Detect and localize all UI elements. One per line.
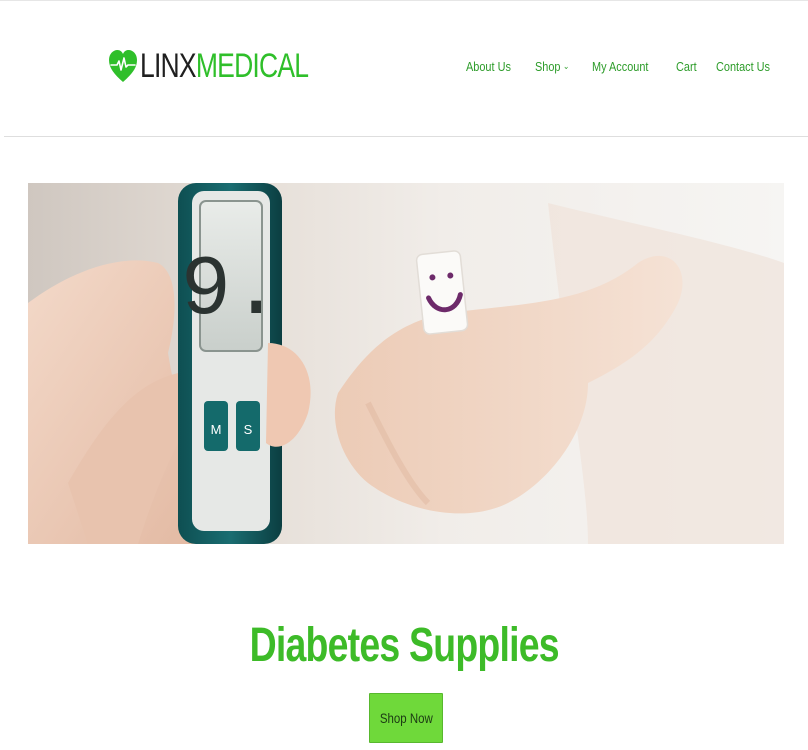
nav-shop-label: Shop bbox=[535, 59, 561, 74]
svg-text:S: S bbox=[244, 422, 253, 437]
nav-contact-us-label: Contact Us bbox=[716, 59, 771, 74]
nav-cart-label: Cart bbox=[675, 59, 697, 74]
svg-text:M: M bbox=[211, 422, 222, 437]
nav-contact-us[interactable]: Contact Us bbox=[716, 59, 770, 74]
page: LINX MEDICAL About Us Shop ⌄ My Account Ca… bbox=[0, 0, 808, 750]
site-header: LINX MEDICAL About Us Shop ⌄ My Account Ca… bbox=[0, 0, 808, 136]
hero-image: 9. M S bbox=[28, 183, 784, 544]
logo-text-linx: LINX bbox=[140, 47, 197, 85]
shop-now-label: Shop Now bbox=[379, 710, 433, 726]
chevron-down-icon: ⌄ bbox=[563, 61, 570, 71]
site-logo[interactable]: LINX MEDICAL bbox=[108, 40, 356, 92]
nav-cart[interactable]: Cart bbox=[676, 59, 697, 74]
nav-about-us-label: About Us bbox=[466, 59, 511, 74]
heart-pulse-icon bbox=[108, 46, 138, 86]
main-nav: About Us Shop ⌄ My Account Cart Contact U… bbox=[466, 59, 796, 74]
page-title: Diabetes Supplies bbox=[249, 619, 559, 673]
header-divider bbox=[4, 136, 808, 137]
nav-my-account[interactable]: My Account bbox=[592, 59, 648, 74]
svg-text:9.: 9. bbox=[181, 244, 282, 339]
nav-shop[interactable]: Shop ⌄ bbox=[535, 59, 569, 74]
logo-wordmark: LINX MEDICAL bbox=[140, 47, 309, 85]
nav-my-account-label: My Account bbox=[592, 59, 649, 74]
nav-about-us[interactable]: About Us bbox=[466, 59, 511, 74]
shop-now-button[interactable]: Shop Now bbox=[369, 693, 443, 743]
logo-text-medical: MEDICAL bbox=[195, 47, 309, 85]
